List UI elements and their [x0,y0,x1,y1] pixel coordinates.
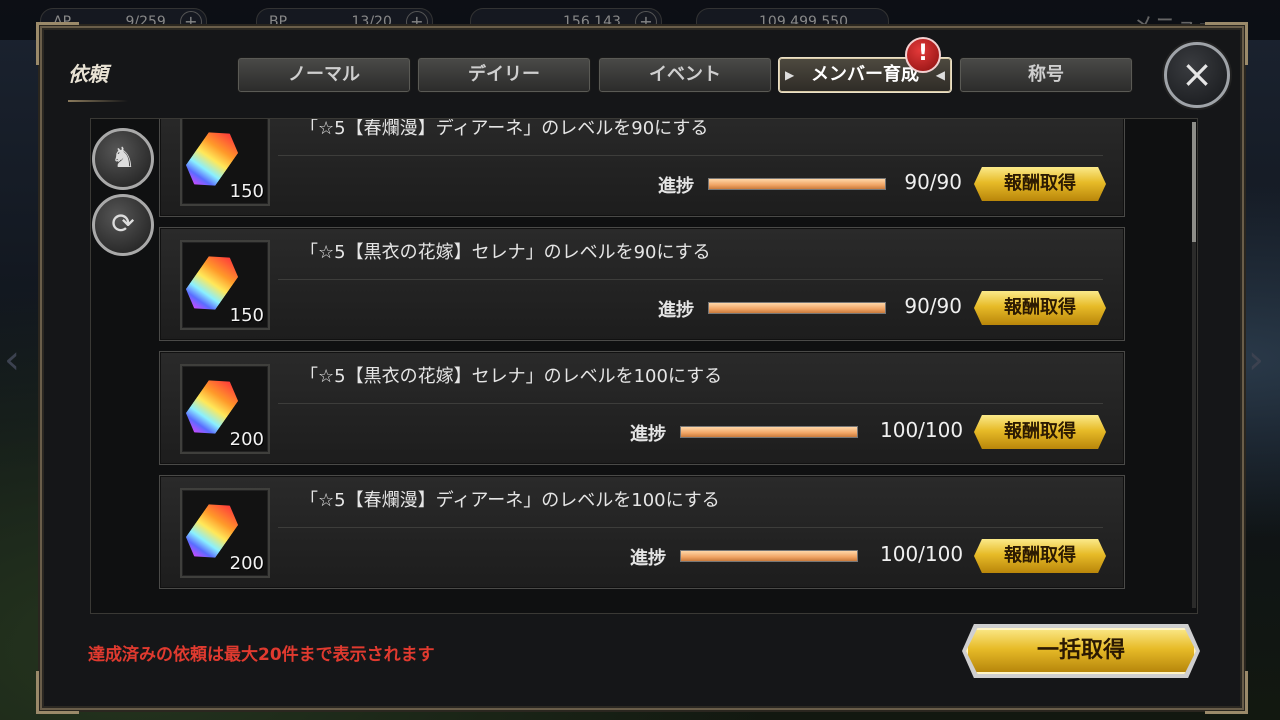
request-dialog: 依頼 ノーマル デイリー イベント ▶ メンバー育成 ◀ 称号 ! × 150 … [36,22,1248,714]
progress-bar [680,426,858,438]
divider [278,527,1103,528]
reward-icon: 200 [180,488,270,578]
progress-label: 進捗 [630,548,666,569]
alert-badge-icon: ! [905,37,941,73]
tab-title[interactable]: 称号 [959,57,1133,93]
divider [278,155,1103,156]
progress-bar [708,302,886,314]
progress-value: 90/90 [904,294,962,318]
request-title: 「☆5【黒衣の花嫁】セレナ」のレベルを90にする [300,242,711,263]
tab-daily[interactable]: デイリー [417,57,591,93]
progress-label: 進捗 [630,424,666,445]
claim-reward-button[interactable]: 報酬取得 [974,291,1106,325]
knight-helmet-icon[interactable]: ♞ [92,128,154,190]
progress-bar [680,550,858,562]
claim-reward-button[interactable]: 報酬取得 [974,415,1106,449]
divider [278,403,1103,404]
request-list[interactable]: 150 「☆5【春爛漫】ディアーネ」のレベルを90にする 進捗 90/90 報酬… [90,118,1198,614]
divider [278,279,1103,280]
tab-arrow-left-icon: ▶ [785,68,795,82]
list-item: 200 「☆5【黒衣の花嫁】セレナ」のレベルを100にする 進捗 100/100… [159,351,1125,465]
progress-value: 100/100 [880,418,964,442]
frame-ornament [36,671,79,714]
progress-label: 進捗 [658,176,694,197]
tab-normal[interactable]: ノーマル [237,57,411,93]
tab-event[interactable]: イベント [598,57,772,93]
request-title: 「☆5【黒衣の花嫁】セレナ」のレベルを100にする [300,366,723,387]
claim-reward-button[interactable]: 報酬取得 [974,539,1106,573]
progress-label: 進捗 [658,300,694,321]
left-arrow-icon: ‹ [4,337,20,383]
request-title: 「☆5【春爛漫】ディアーネ」のレベルを100にする [300,490,720,511]
notice-text: 達成済みの依頼は最大20件まで表示されます [88,645,435,665]
reward-quantity: 150 [229,305,264,326]
progress-value: 100/100 [880,542,964,566]
request-title: 「☆5【春爛漫】ディアーネ」のレベルを90にする [300,118,709,139]
reward-icon: 150 [180,119,270,206]
list-item: 150 「☆5【春爛漫】ディアーネ」のレベルを90にする 進捗 90/90 報酬… [159,118,1125,217]
claim-reward-button[interactable]: 報酬取得 [974,167,1106,201]
progress-fill [709,303,885,313]
scrollbar[interactable] [1192,122,1196,608]
frame-ornament [1205,671,1248,714]
reward-quantity: 200 [229,553,264,574]
progress-fill [681,551,857,561]
list-item: 150 「☆5【黒衣の花嫁】セレナ」のレベルを90にする 進捗 90/90 報酬… [159,227,1125,341]
bulk-claim-button[interactable]: 一括取得 [966,628,1196,674]
list-item: 200 「☆5【春爛漫】ディアーネ」のレベルを100にする 進捗 100/100… [159,475,1125,589]
dialog-title: 依頼 [68,62,108,86]
tab-member-training-label: メンバー育成 [811,64,919,85]
progress-bar [708,178,886,190]
title-divider [68,100,128,102]
progress-fill [681,427,857,437]
scrollbar-thumb[interactable] [1192,122,1196,242]
close-button[interactable]: × [1164,42,1230,108]
reward-quantity: 200 [229,429,264,450]
right-arrow-icon: › [1248,337,1264,383]
reward-quantity: 150 [229,181,264,202]
refresh-icon[interactable]: ⟳ [92,194,154,256]
reward-icon: 150 [180,240,270,330]
progress-fill [709,179,885,189]
progress-value: 90/90 [904,170,962,194]
reward-icon: 200 [180,364,270,454]
